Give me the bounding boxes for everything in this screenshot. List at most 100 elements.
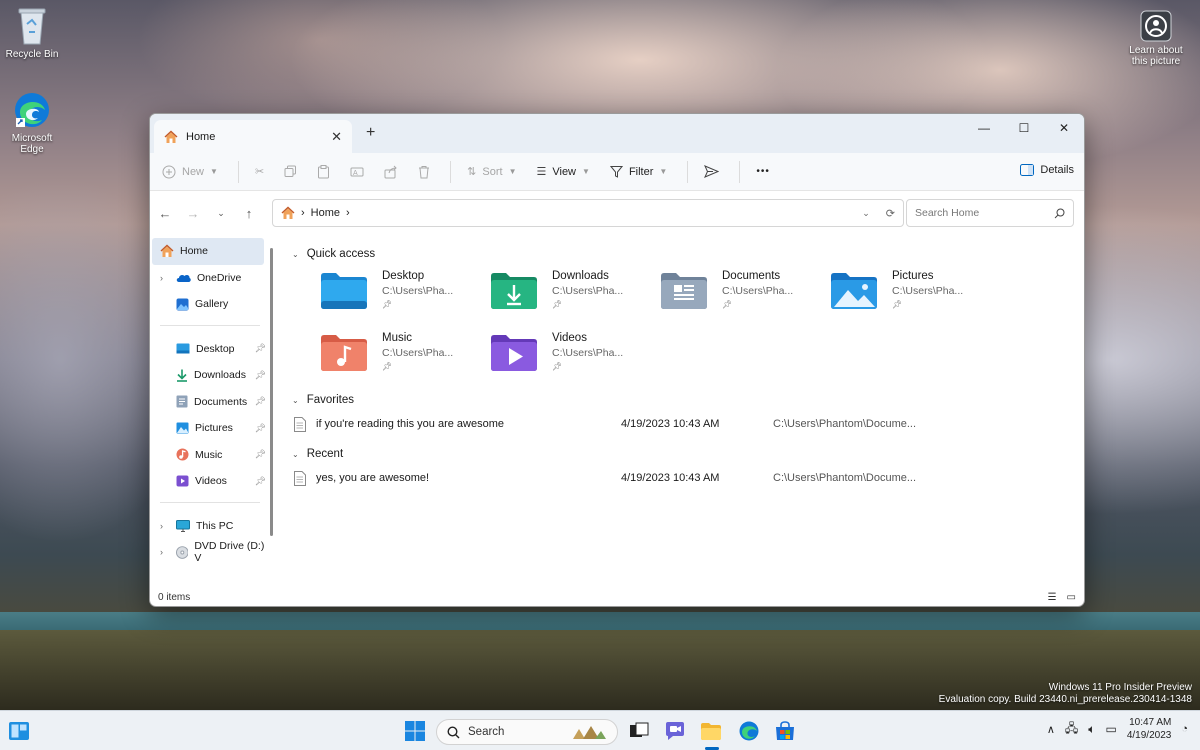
cut-button[interactable]: ✂ [255, 165, 264, 178]
view-button[interactable]: ☰ View ▼ [536, 165, 590, 179]
tab-home[interactable]: Home ✕ [154, 120, 352, 153]
pin-icon[interactable]: 📌︎ [255, 343, 266, 354]
quick-access-desktop[interactable]: Desktop C:\Users\Pha... 📌︎ [320, 270, 490, 320]
onedrive-cloud-icon [176, 274, 191, 282]
text-file-icon [294, 470, 306, 486]
quick-access-music[interactable]: Music C:\Users\Pha... 📌︎ [320, 332, 490, 382]
windows-start-icon[interactable] [404, 720, 426, 742]
maximize-button[interactable]: ☐ [1004, 114, 1044, 142]
up-button[interactable]: ↑ [242, 206, 256, 221]
expand-chevron-icon[interactable]: › [160, 547, 170, 557]
filter-button[interactable]: Filter ▼ [609, 165, 667, 178]
pictures-icon [176, 422, 189, 434]
battery-icon[interactable]: ▭ [1106, 722, 1117, 736]
search-box[interactable] [906, 199, 1074, 227]
recent-header[interactable]: ⌄ Recent [292, 444, 1084, 464]
quick-access-pictures[interactable]: Pictures C:\Users\Pha... 📌︎ [830, 270, 1000, 320]
collapse-chevron-icon[interactable]: ⌄ [292, 250, 299, 259]
sidebar-item-videos[interactable]: Videos 📌︎ [150, 468, 272, 495]
details-view-icon[interactable]: ☰ [1048, 592, 1057, 603]
sidebar-item-music[interactable]: Music 📌︎ [150, 442, 272, 469]
copy-button[interactable] [284, 165, 297, 178]
delete-button[interactable] [418, 165, 430, 179]
search-highlight-icon [573, 726, 606, 739]
address-dropdown-icon[interactable]: ⌄ [862, 208, 870, 219]
favorites-header[interactable]: ⌄ Favorites [292, 390, 1084, 410]
sidebar-item-gallery[interactable]: Gallery [150, 291, 272, 318]
file-explorer-taskbar-icon[interactable] [700, 720, 722, 742]
close-window-button[interactable]: ✕ [1044, 114, 1084, 142]
address-bar[interactable]: › Home › ⌄ ⟳ [272, 199, 904, 227]
show-hidden-icons-chevron-icon[interactable]: ∧ [1047, 723, 1055, 736]
more-options-button[interactable]: ••• [756, 166, 770, 177]
chat-icon[interactable] [664, 720, 686, 742]
quick-tag-button[interactable] [704, 165, 720, 178]
recent-locations-button[interactable]: ⌄ [214, 208, 228, 219]
sidebar-item-documents[interactable]: Documents 📌︎ [150, 389, 272, 416]
quick-access-header[interactable]: ⌄ Quick access [292, 244, 1084, 264]
quick-access-downloads[interactable]: Downloads C:\Users\Pha... 📌︎ [490, 270, 660, 320]
taskbar-search[interactable]: Search [436, 719, 618, 745]
microsoft-store-icon[interactable] [774, 720, 796, 742]
watermark-build: Evaluation copy. Build 23440.ni_prerelea… [938, 694, 1192, 705]
edge-taskbar-icon[interactable] [738, 720, 760, 742]
section-title: Recent [306, 448, 344, 460]
quick-access-videos[interactable]: Videos C:\Users\Pha... 📌︎ [490, 332, 660, 382]
recent-file-row[interactable]: yes, you are awesome! 4/19/2023 10:43 AM… [294, 464, 1084, 492]
share-button[interactable] [384, 165, 398, 179]
search-icon [447, 725, 460, 738]
network-icon[interactable]: 🖧︎ [1065, 719, 1078, 740]
folder-path: C:\Users\Pha... [722, 285, 794, 297]
favorite-file-row[interactable]: if you're reading this you are awesome 4… [294, 410, 1084, 438]
evaluation-watermark: Windows 11 Pro Insider Preview Evaluatio… [939, 682, 1192, 706]
expand-chevron-icon[interactable]: › [160, 273, 170, 283]
paste-button[interactable] [317, 164, 330, 179]
title-bar: Home ✕ + — ☐ ✕ [150, 114, 1084, 153]
sidebar-label: Desktop [196, 342, 235, 355]
minimize-button[interactable]: — [964, 114, 1004, 142]
expand-chevron-icon[interactable]: › [160, 521, 170, 531]
tab-close-icon[interactable]: ✕ [331, 129, 342, 145]
sidebar-item-downloads[interactable]: Downloads 📌︎ [150, 362, 272, 389]
collapse-chevron-icon[interactable]: ⌄ [292, 450, 299, 459]
pin-icon[interactable]: 📌︎ [255, 449, 266, 460]
clock-date: 4/19/2023 [1126, 730, 1172, 741]
sidebar-item-this-pc[interactable]: › This PC [150, 513, 272, 540]
desktop-icon-edge[interactable]: Microsoft Edge [0, 90, 64, 155]
sidebar-scrollbar[interactable] [270, 248, 273, 536]
forward-button[interactable]: → [186, 206, 200, 221]
pin-icon[interactable]: 📌︎ [255, 396, 266, 407]
search-input[interactable] [915, 207, 1054, 219]
sort-button[interactable]: ⇅ Sort ▼ [467, 165, 516, 179]
task-view-icon[interactable] [628, 720, 650, 742]
collapse-chevron-icon[interactable]: ⌄ [292, 396, 299, 405]
folder-path: C:\Users\Pha... [552, 347, 624, 359]
desktop-folder-icon [321, 273, 367, 309]
quick-access-documents[interactable]: Documents C:\Users\Pha... 📌︎ [660, 270, 830, 320]
refresh-icon[interactable]: ⟳ [886, 207, 895, 220]
sidebar-item-dvd-drive[interactable]: › DVD Drive (D:) V [150, 539, 272, 566]
desktop-icon-learn-picture[interactable]: Learn about this picture [1124, 10, 1188, 67]
pin-icon[interactable]: 📌︎ [255, 423, 266, 434]
home-icon [160, 244, 174, 258]
chevron-down-icon: ▼ [582, 167, 590, 176]
back-button[interactable]: ← [158, 206, 172, 221]
folder-path: C:\Users\Pha... [382, 347, 454, 359]
tiles-view-icon[interactable]: ▭ [1067, 592, 1076, 603]
pin-icon[interactable]: 📌︎ [255, 476, 266, 487]
sidebar-item-home[interactable]: Home [152, 238, 264, 265]
notification-bell-icon[interactable]: ◔ [1181, 723, 1188, 735]
new-button[interactable]: New ▼ [162, 165, 218, 179]
desktop-icon-recycle-bin[interactable]: Recycle Bin [0, 6, 64, 60]
breadcrumb-home[interactable]: Home [311, 207, 340, 219]
widgets-icon[interactable] [8, 720, 30, 742]
rename-button[interactable]: A [350, 165, 364, 179]
details-pane-button[interactable]: Details [1020, 164, 1074, 176]
sidebar-item-onedrive[interactable]: › OneDrive [150, 265, 272, 292]
clock[interactable]: 10:47 AM 4/19/2023 [1127, 716, 1172, 742]
sidebar-item-desktop[interactable]: Desktop 📌︎ [150, 336, 272, 363]
volume-icon[interactable]: 🔈︎ [1088, 722, 1095, 737]
new-tab-button[interactable]: + [366, 124, 375, 142]
pin-icon[interactable]: 📌︎ [255, 370, 266, 381]
sidebar-item-pictures[interactable]: Pictures 📌︎ [150, 415, 272, 442]
